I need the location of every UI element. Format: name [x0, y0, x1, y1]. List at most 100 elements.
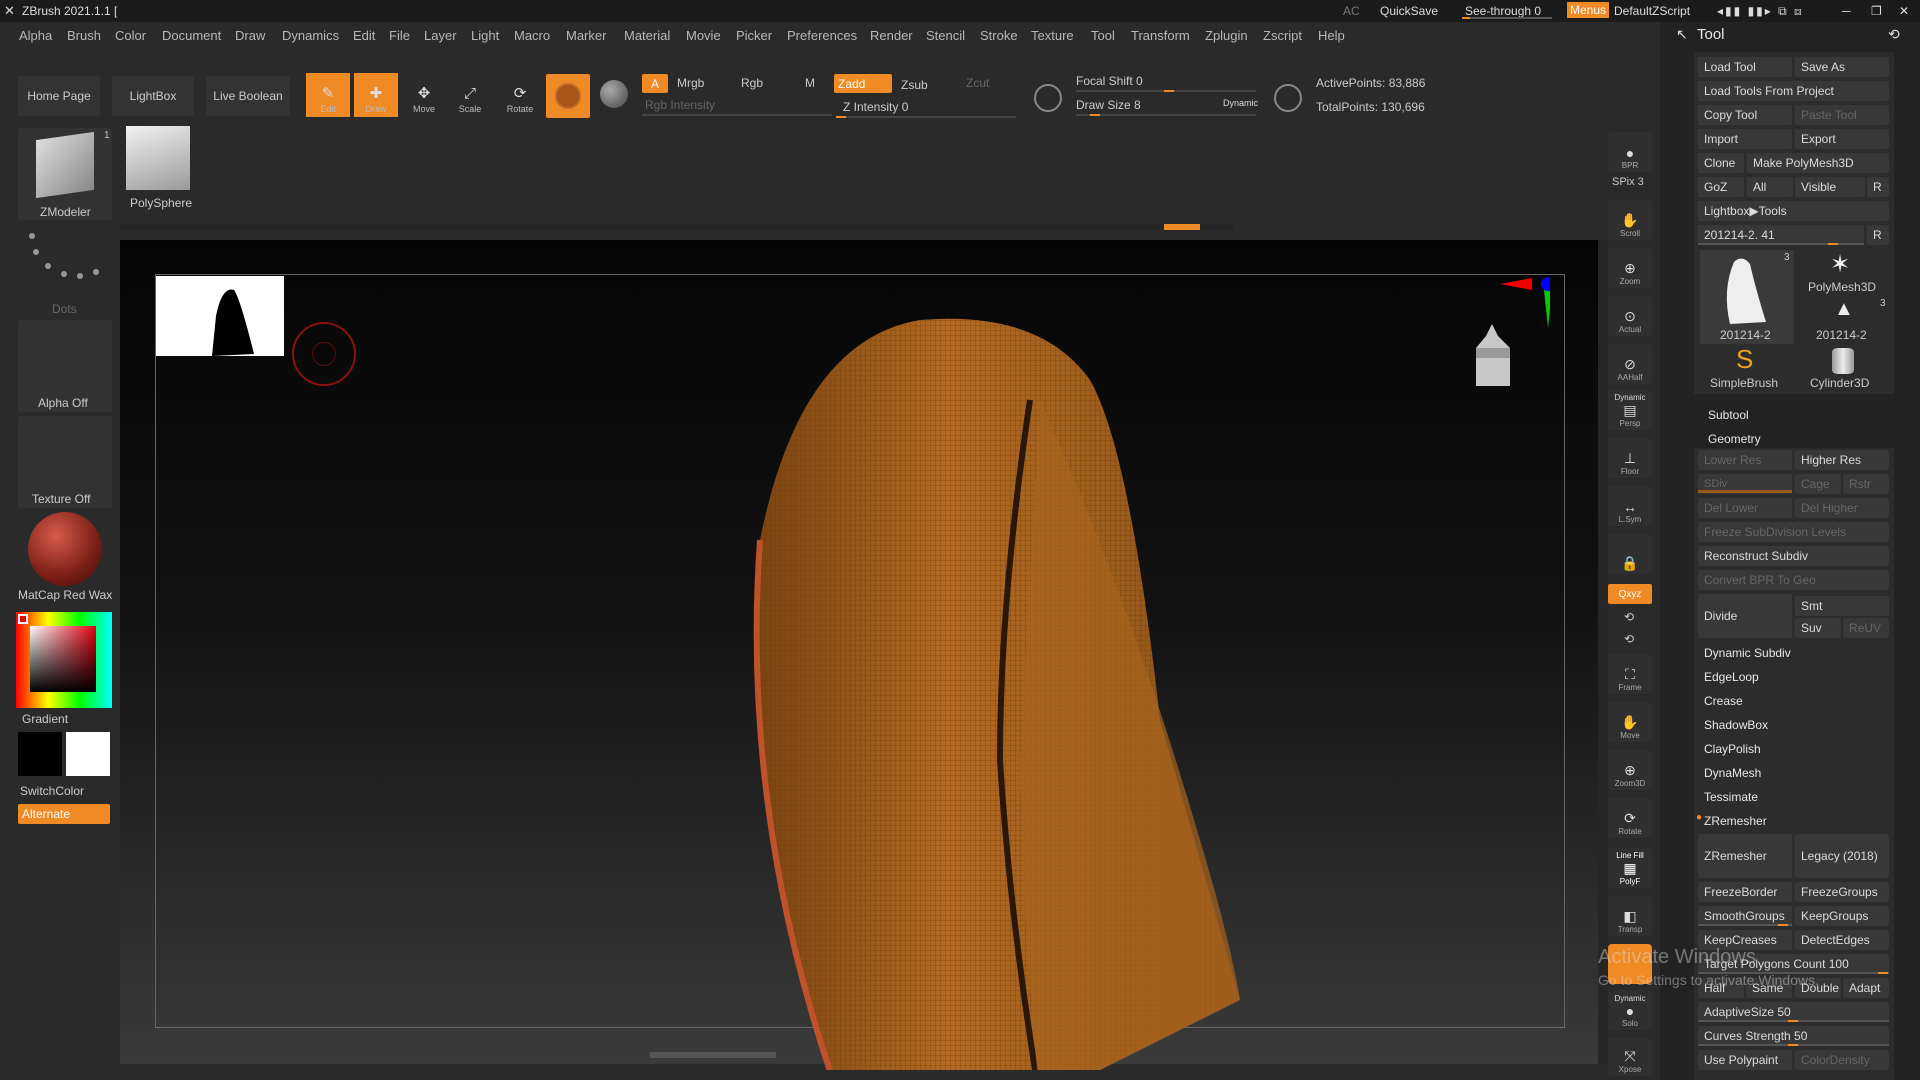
- tool-palette-title[interactable]: Tool: [1697, 26, 1725, 43]
- dynamesh-section[interactable]: DynaMesh: [1704, 766, 1761, 780]
- menu-edit[interactable]: Edit: [353, 28, 375, 43]
- zremesher-section[interactable]: ZRemesher: [1704, 814, 1767, 828]
- floor-button[interactable]: ⊥ Floor: [1608, 438, 1652, 478]
- y-rotate-icon[interactable]: ⟲: [1624, 610, 1634, 624]
- color-density-slider[interactable]: ColorDensity: [1795, 1050, 1889, 1070]
- see-through-slider[interactable]: See-through 0: [1465, 4, 1541, 18]
- menus-toggle[interactable]: Menus: [1567, 2, 1610, 18]
- menu-macro[interactable]: Macro: [514, 28, 550, 43]
- goz-all-button[interactable]: All: [1747, 177, 1793, 197]
- lsym-button[interactable]: ↔ L.Sym: [1608, 486, 1652, 526]
- a-toggle[interactable]: A: [642, 74, 668, 93]
- legacy-2018-toggle[interactable]: Legacy (2018): [1795, 834, 1889, 878]
- freezegroups-toggle[interactable]: FreezeGroups: [1795, 882, 1889, 902]
- dynamic-size-toggle[interactable]: Dynamic: [1223, 98, 1258, 108]
- export-button[interactable]: Export: [1795, 129, 1889, 149]
- menu-material[interactable]: Material: [624, 28, 670, 43]
- zcut-toggle[interactable]: Zcut: [966, 76, 989, 90]
- stroke-dots-tile[interactable]: Dots: [18, 222, 112, 316]
- tool-pin-icon[interactable]: ↖: [1676, 26, 1688, 43]
- viewport-scroll-handle[interactable]: [650, 1052, 776, 1058]
- switchcolor-button[interactable]: SwitchColor: [20, 784, 84, 798]
- menu-transform[interactable]: Transform: [1131, 28, 1190, 43]
- load-tools-project-button[interactable]: Load Tools From Project: [1698, 81, 1889, 101]
- transp-button[interactable]: ◧ Transp: [1608, 896, 1652, 936]
- suv-toggle[interactable]: Suv: [1795, 618, 1841, 638]
- polysphere-tool-tile[interactable]: PolySphere: [122, 122, 202, 212]
- material-sphere-icon[interactable]: [600, 80, 628, 108]
- menu-render[interactable]: Render: [870, 28, 913, 43]
- zremesher-button[interactable]: ZRemesher: [1698, 834, 1792, 878]
- menu-preferences[interactable]: Preferences: [787, 28, 857, 43]
- bpr-button[interactable]: ● BPR: [1608, 132, 1652, 172]
- tessimate-section[interactable]: Tessimate: [1704, 790, 1758, 804]
- tool-thumb-cylinder3d[interactable]: Cylinder3D: [1796, 346, 1890, 392]
- minimize-icon[interactable]: ─: [1842, 4, 1851, 18]
- detectedges-toggle[interactable]: DetectEdges: [1795, 930, 1889, 950]
- claypolish-section[interactable]: ClayPolish: [1704, 742, 1761, 756]
- geometry-section-header[interactable]: Geometry: [1708, 432, 1761, 446]
- menu-dynamics[interactable]: Dynamics: [282, 28, 339, 43]
- subtool-section-header[interactable]: Subtool: [1708, 408, 1749, 422]
- material-tile[interactable]: MatCap Red Wax: [18, 512, 112, 604]
- canvas-viewport[interactable]: [120, 240, 1600, 1070]
- draw-size-slider[interactable]: Draw Size 8: [1076, 98, 1141, 112]
- rgb-intensity-slider[interactable]: Rgb Intensity: [645, 98, 715, 112]
- zmodeler-brush-tile[interactable]: 1 ZModeler: [18, 128, 112, 220]
- home-page-button[interactable]: Home Page: [18, 76, 100, 116]
- move-view-button[interactable]: ✋ Move: [1608, 702, 1652, 742]
- layout-arrows-icon[interactable]: ◂▮▮ ▮▮▸ ⧉ ⧈: [1717, 4, 1804, 19]
- tool-thumb-polymesh3d[interactable]: ✶ PolyMesh3D: [1796, 250, 1890, 296]
- solo-button[interactable]: Dynamic ● Solo: [1608, 990, 1652, 1030]
- maximize-icon[interactable]: ❐: [1871, 4, 1882, 18]
- dynamic-subdiv-section[interactable]: Dynamic Subdiv: [1704, 646, 1791, 660]
- move-mode-button[interactable]: ✥ Move: [402, 73, 446, 117]
- xpose-button[interactable]: ⤧ Xpose: [1608, 1038, 1652, 1076]
- persp-button[interactable]: Dynamic ▤ Persp: [1608, 390, 1652, 430]
- rotate-mode-button[interactable]: ⟳ Rotate: [498, 73, 542, 117]
- menu-zplugin[interactable]: Zplugin: [1205, 28, 1248, 43]
- spix-slider[interactable]: SPix 3: [1612, 176, 1644, 188]
- menu-color[interactable]: Color: [115, 28, 146, 43]
- rstr-button[interactable]: Rstr: [1843, 474, 1889, 494]
- menu-alpha[interactable]: Alpha: [19, 28, 52, 43]
- zoom-button[interactable]: ⊕ Zoom: [1608, 248, 1652, 288]
- right-tray-divider[interactable]: [1598, 240, 1608, 1064]
- z-intensity-slider[interactable]: Z Intensity 0: [843, 100, 908, 114]
- cage-button[interactable]: Cage: [1795, 474, 1841, 494]
- curves-strength-slider[interactable]: Curves Strength 50: [1698, 1026, 1889, 1046]
- shadowbox-section[interactable]: ShadowBox: [1704, 718, 1768, 732]
- polyf-button[interactable]: Line Fill ▦ PolyF: [1608, 848, 1652, 888]
- current-tool-slider[interactable]: 201214-2. 41: [1698, 225, 1864, 245]
- tool-thumb-201214-sub[interactable]: ▲ 3 201214-2: [1796, 298, 1890, 344]
- menu-brush[interactable]: Brush: [67, 28, 101, 43]
- stroke-s-icon[interactable]: [1034, 84, 1062, 112]
- scroll-button[interactable]: ✋ Scroll: [1608, 200, 1652, 240]
- live-boolean-button[interactable]: Live Boolean: [206, 76, 290, 116]
- lower-res-button[interactable]: Lower Res: [1698, 450, 1792, 470]
- del-lower-button[interactable]: Del Lower: [1698, 498, 1792, 518]
- divide-button[interactable]: Divide: [1698, 594, 1792, 638]
- zsub-toggle[interactable]: Zsub: [901, 78, 928, 92]
- rgb-toggle[interactable]: Rgb: [741, 76, 763, 90]
- lightbox-tools-button[interactable]: Lightbox▶Tools: [1698, 201, 1889, 221]
- z-rotate-icon[interactable]: ⟲: [1624, 632, 1634, 646]
- paste-tool-button[interactable]: Paste Tool: [1795, 105, 1889, 125]
- quicksave-button[interactable]: QuickSave: [1380, 4, 1438, 18]
- edit-mode-button[interactable]: ✎ Edit: [306, 73, 350, 117]
- menu-zscript[interactable]: Zscript: [1263, 28, 1302, 43]
- menu-stroke[interactable]: Stroke: [980, 28, 1018, 43]
- menu-document[interactable]: Document: [162, 28, 221, 43]
- use-polypaint-toggle[interactable]: Use Polypaint: [1698, 1050, 1792, 1070]
- gizmo-toggle-button[interactable]: [546, 74, 590, 118]
- freezeborder-toggle[interactable]: FreezeBorder: [1698, 882, 1792, 902]
- zadd-toggle[interactable]: Zadd: [834, 74, 892, 93]
- rotate-view-button[interactable]: ⟳ Rotate: [1608, 798, 1652, 838]
- ac-label[interactable]: AC: [1343, 4, 1360, 18]
- tool-thumb-simplebrush[interactable]: S SimpleBrush: [1700, 344, 1794, 392]
- save-as-button[interactable]: Save As: [1795, 57, 1889, 77]
- higher-res-button[interactable]: Higher Res: [1795, 450, 1889, 470]
- xyz-rotate-toggle[interactable]: Qxyz: [1608, 584, 1652, 604]
- reconstruct-subdiv-button[interactable]: Reconstruct Subdiv: [1698, 546, 1889, 566]
- edgeloop-section[interactable]: EdgeLoop: [1704, 670, 1759, 684]
